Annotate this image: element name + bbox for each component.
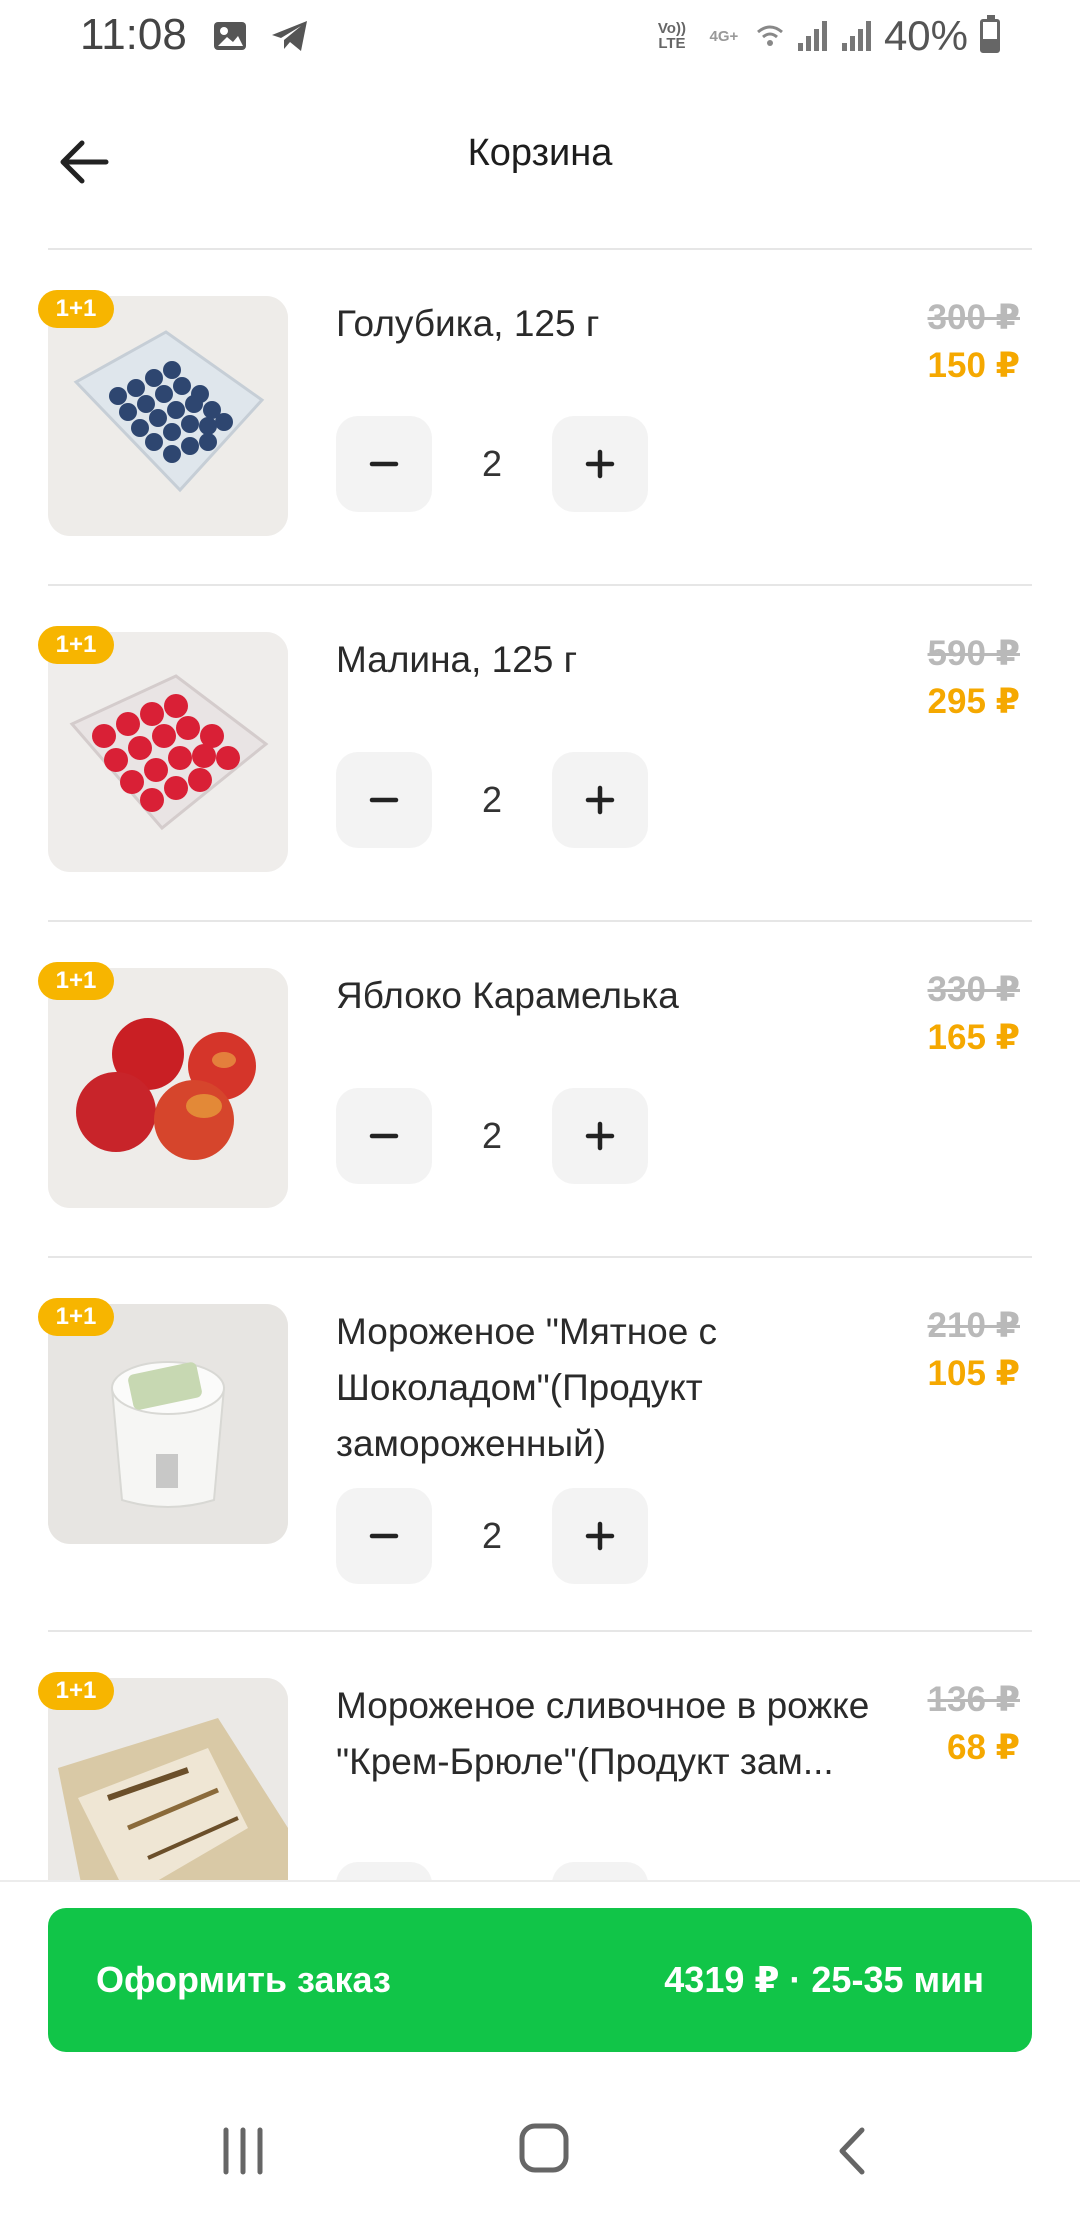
signal-icon-2 — [841, 21, 871, 51]
promo-badge: 1+1 — [38, 1672, 114, 1710]
plus-icon — [585, 449, 615, 479]
new-price: 105 ₽ — [927, 1354, 1020, 1393]
ice-cream-cup-image — [48, 1304, 288, 1544]
quantity-value: 2 — [481, 1115, 503, 1156]
quantity-value: 2 — [481, 1515, 503, 1556]
new-price: 68 ₽ — [946, 1728, 1020, 1767]
checkout-button[interactable]: Оформить заказ 4319 ₽ · 25-35 мин — [48, 1908, 1032, 2052]
chevron-left-icon — [839, 2127, 865, 2175]
decrease-button[interactable] — [336, 416, 432, 512]
cart-item: 1+1 Голубика, 125 г 300 ₽ 150 ₽ 2 — [38, 250, 1032, 586]
telegram-icon — [272, 21, 307, 51]
product-image-apple[interactable] — [48, 968, 288, 1208]
home-button[interactable] — [518, 2122, 570, 2179]
decrease-button[interactable] — [336, 1862, 432, 1880]
quantity-value: 2 — [481, 443, 503, 484]
old-price: 590 ₽ — [927, 634, 1020, 673]
gallery-icon — [214, 22, 246, 50]
quantity-stepper: 2 — [336, 752, 648, 848]
blueberry-image — [48, 296, 288, 536]
cart-item: 1+1 Яблоко Карамелька 330 ₽ 165 ₽ 2 — [38, 922, 1032, 1258]
system-nav-bar — [0, 2090, 1080, 2220]
battery-percent: 40% — [883, 12, 968, 59]
new-price: 150 ₽ — [927, 346, 1020, 385]
recent-apps-button[interactable] — [218, 2126, 268, 2181]
plus-icon — [585, 785, 615, 815]
old-price: 300 ₽ — [927, 298, 1020, 337]
bottom-divider — [0, 1880, 1080, 1882]
status-bar: 11:08 Vo)) LTE 4G+ 40% — [0, 0, 1080, 74]
minus-icon — [369, 461, 399, 467]
plus-icon — [585, 1121, 615, 1151]
old-price: 136 ₽ — [927, 1680, 1020, 1719]
minus-icon — [369, 1133, 399, 1139]
increase-button[interactable] — [552, 1862, 648, 1880]
promo-badge: 1+1 — [38, 1298, 114, 1336]
increase-button[interactable] — [552, 752, 648, 848]
plus-icon — [585, 1521, 615, 1551]
new-price: 295 ₽ — [927, 682, 1020, 721]
quantity-stepper: 2 — [336, 416, 648, 512]
system-back-button[interactable] — [830, 2126, 874, 2181]
product-name[interactable]: Мороженое сливочное в рожке "Крем-Брюле"… — [336, 1678, 896, 1790]
quantity-value: 2 — [481, 779, 503, 820]
promo-badge: 1+1 — [38, 962, 114, 1000]
product-name[interactable]: Малина, 125 г — [336, 632, 896, 688]
quantity-stepper: 2 — [336, 1088, 648, 1184]
cart-item: 1+1 Малина, 125 г 590 ₽ 295 ₽ 2 — [38, 586, 1032, 922]
product-image-raspberry[interactable] — [48, 632, 288, 872]
status-time: 11:08 — [80, 10, 187, 59]
quantity-stepper: 2 — [336, 1488, 648, 1584]
minus-icon — [369, 797, 399, 803]
product-name[interactable]: Голубика, 125 г — [336, 296, 896, 352]
battery-level-fill — [983, 38, 997, 50]
decrease-button[interactable] — [336, 1088, 432, 1184]
signal-icon-1 — [797, 21, 827, 51]
product-name[interactable]: Мороженое "Мятное с Шоколадом"(Продукт з… — [336, 1304, 896, 1472]
apple-image — [48, 968, 288, 1208]
decrease-button[interactable] — [336, 752, 432, 848]
promo-badge: 1+1 — [38, 290, 114, 328]
checkout-summary: 4319 ₽ · 25-35 мин — [664, 1959, 984, 2000]
old-price: 330 ₽ — [927, 970, 1020, 1009]
home-icon — [519, 2123, 569, 2173]
recent-apps-icon — [223, 2127, 263, 2175]
old-price: 210 ₽ — [927, 1306, 1020, 1345]
decrease-button[interactable] — [336, 1488, 432, 1584]
network-type: 4G+ — [709, 27, 739, 45]
increase-button[interactable] — [552, 1488, 648, 1584]
raspberry-image — [48, 632, 288, 872]
product-image-blueberry[interactable] — [48, 296, 288, 536]
increase-button[interactable] — [552, 1088, 648, 1184]
new-price: 165 ₽ — [927, 1018, 1020, 1057]
product-name[interactable]: Яблоко Карамелька — [336, 968, 896, 1024]
increase-button[interactable] — [552, 416, 648, 512]
checkout-label: Оформить заказ — [96, 1959, 391, 2000]
product-image-ice-cream-mint[interactable] — [48, 1304, 288, 1544]
volte-indicator: Vo)) LTE — [657, 20, 686, 52]
app-header: Корзина — [0, 74, 1080, 244]
status-system-icons: Vo)) LTE 4G+ 40% — [652, 12, 1000, 60]
cart-item: 1+1 Мороженое сливочное в рожке "Крем-Бр… — [38, 1632, 1032, 1880]
minus-icon — [369, 1533, 399, 1539]
quantity-stepper: 2 — [336, 1862, 648, 1880]
battery-icon — [980, 15, 1000, 53]
page-title: Корзина — [467, 132, 613, 174]
cart-item: 1+1 Мороженое "Мятное с Шоколадом"(Проду… — [38, 1258, 1032, 1632]
promo-badge: 1+1 — [38, 626, 114, 664]
status-notification-icons — [212, 18, 310, 54]
wifi-icon — [756, 25, 783, 46]
cart-list[interactable]: 1+1 Голубика, 125 г 300 ₽ 150 ₽ 2 1+1 Ма… — [0, 250, 1080, 1880]
